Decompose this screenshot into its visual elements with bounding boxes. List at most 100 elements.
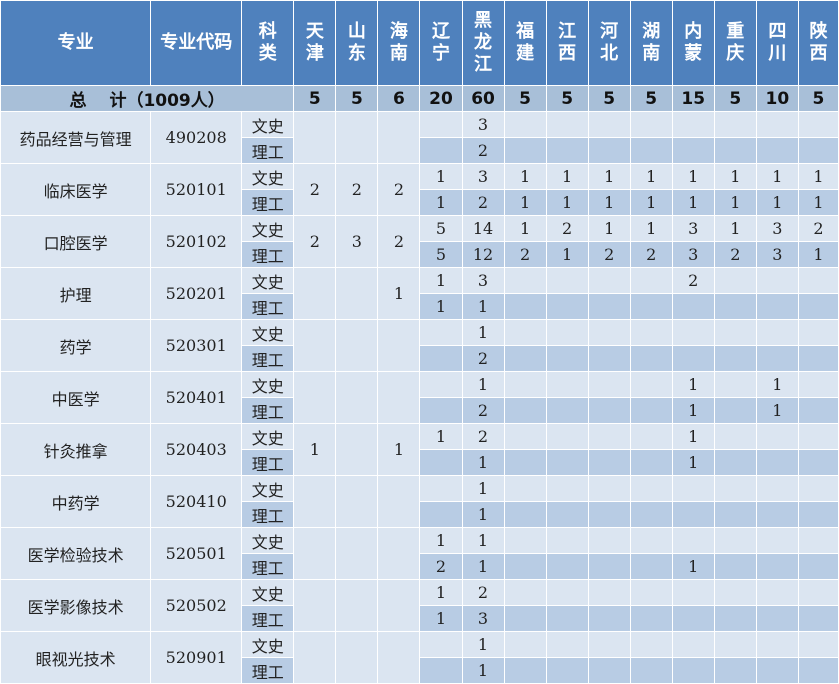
quota-cell: 2 (377, 163, 421, 216)
total-row: 总 计（1009人） 5 5 6 20 60 5 5 5 5 15 5 10 5 (0, 85, 839, 112)
quota-cell: 1 (545, 189, 589, 216)
quota-cell (629, 579, 673, 606)
quota-cell (377, 631, 421, 684)
quota-cell (755, 449, 799, 476)
quota-cell: 1 (713, 215, 757, 242)
quota-cell (293, 371, 337, 424)
major-code: 520102 (150, 215, 243, 268)
total-value: 5 (293, 85, 337, 112)
category-ligong: 理工 (241, 449, 295, 476)
quota-cell: 1 (461, 475, 505, 502)
quota-cell: 1 (461, 527, 505, 554)
quota-cell (671, 657, 715, 684)
quota-cell (545, 371, 589, 398)
total-value: 20 (419, 85, 463, 112)
category-wenshi: 文史 (241, 215, 295, 242)
table-row: 中医学 520401 文史 1 1 1 (0, 371, 839, 424)
quota-cell (377, 475, 421, 528)
quota-cell: 1 (461, 449, 505, 476)
quota-cell (629, 631, 673, 658)
category-ligong: 理工 (241, 293, 295, 320)
quota-cell (503, 631, 547, 658)
quota-cell (335, 319, 379, 372)
quota-cell: 1 (419, 423, 463, 450)
major-name: 临床医学 (0, 163, 152, 216)
quota-cell (503, 501, 547, 528)
quota-cell (797, 449, 839, 476)
quota-cell (713, 423, 757, 450)
quota-cell (671, 501, 715, 528)
quota-cell (545, 319, 589, 346)
quota-cell (503, 111, 547, 138)
quota-cell (755, 579, 799, 606)
quota-cell: 5 (419, 241, 463, 268)
quota-cell (671, 605, 715, 632)
quota-cell (671, 345, 715, 372)
quota-cell (377, 111, 421, 164)
quota-cell (587, 631, 631, 658)
quota-cell (545, 111, 589, 138)
major-code: 520301 (150, 319, 243, 372)
quota-cell (503, 319, 547, 346)
category-wenshi: 文史 (241, 163, 295, 190)
major-name: 药学 (0, 319, 152, 372)
table-row: 临床医学 520101 文史 2 2 2 1 3 1 1 1 1 1 1 1 1 (0, 163, 839, 216)
quota-cell (503, 657, 547, 684)
quota-cell (713, 137, 757, 164)
total-value: 6 (377, 85, 421, 112)
quota-cell (587, 501, 631, 528)
quota-cell: 1 (545, 241, 589, 268)
header-row: 专业 专业代码 科 类 天 津山 东海 南辽 宁黑 龙 江福 建江 西河 北湖 … (0, 0, 839, 86)
quota-cell (797, 605, 839, 632)
total-value: 5 (503, 85, 547, 112)
header-province: 四 川 (755, 0, 799, 86)
header-province: 黑 龙 江 (461, 0, 505, 86)
quota-cell: 1 (713, 163, 757, 190)
quota-cell (713, 267, 757, 294)
quota-cell (629, 475, 673, 502)
major-code: 490208 (150, 111, 243, 164)
quota-cell (797, 553, 839, 580)
quota-cell (503, 293, 547, 320)
quota-cell: 1 (755, 189, 799, 216)
quota-cell: 2 (335, 163, 379, 216)
quota-cell: 1 (377, 423, 421, 476)
quota-cell (671, 579, 715, 606)
total-label: 总 计（1009人） (0, 85, 295, 112)
total-value: 5 (545, 85, 589, 112)
total-value: 5 (797, 85, 839, 112)
quota-cell (335, 267, 379, 320)
category-ligong: 理工 (241, 189, 295, 216)
quota-cell: 3 (335, 215, 379, 268)
quota-cell (587, 345, 631, 372)
quota-cell: 1 (629, 215, 673, 242)
category-ligong: 理工 (241, 137, 295, 164)
quota-cell: 1 (755, 397, 799, 424)
category-wenshi: 文史 (241, 527, 295, 554)
category-wenshi: 文史 (241, 423, 295, 450)
quota-cell: 1 (461, 371, 505, 398)
quota-cell (797, 371, 839, 398)
table-row: 医学影像技术 520502 文史 1 2 (0, 579, 839, 632)
major-code: 520410 (150, 475, 243, 528)
quota-cell (629, 605, 673, 632)
quota-cell (797, 293, 839, 320)
quota-cell: 2 (419, 553, 463, 580)
quota-cell: 1 (461, 293, 505, 320)
quota-cell: 1 (377, 267, 421, 320)
quota-cell: 3 (755, 215, 799, 242)
major-name: 医学检验技术 (0, 527, 152, 580)
quota-cell (587, 579, 631, 606)
major-name: 药品经营与管理 (0, 111, 152, 164)
quota-cell (755, 267, 799, 294)
quota-cell (377, 319, 421, 372)
quota-cell (503, 345, 547, 372)
quota-cell (713, 319, 757, 346)
table-row: 药品经营与管理 490208 文史 3 (0, 111, 839, 164)
quota-cell: 1 (419, 163, 463, 190)
quota-cell (797, 267, 839, 294)
quota-cell: 1 (671, 397, 715, 424)
quota-cell (713, 579, 757, 606)
quota-cell: 1 (503, 189, 547, 216)
total-value: 5 (629, 85, 673, 112)
